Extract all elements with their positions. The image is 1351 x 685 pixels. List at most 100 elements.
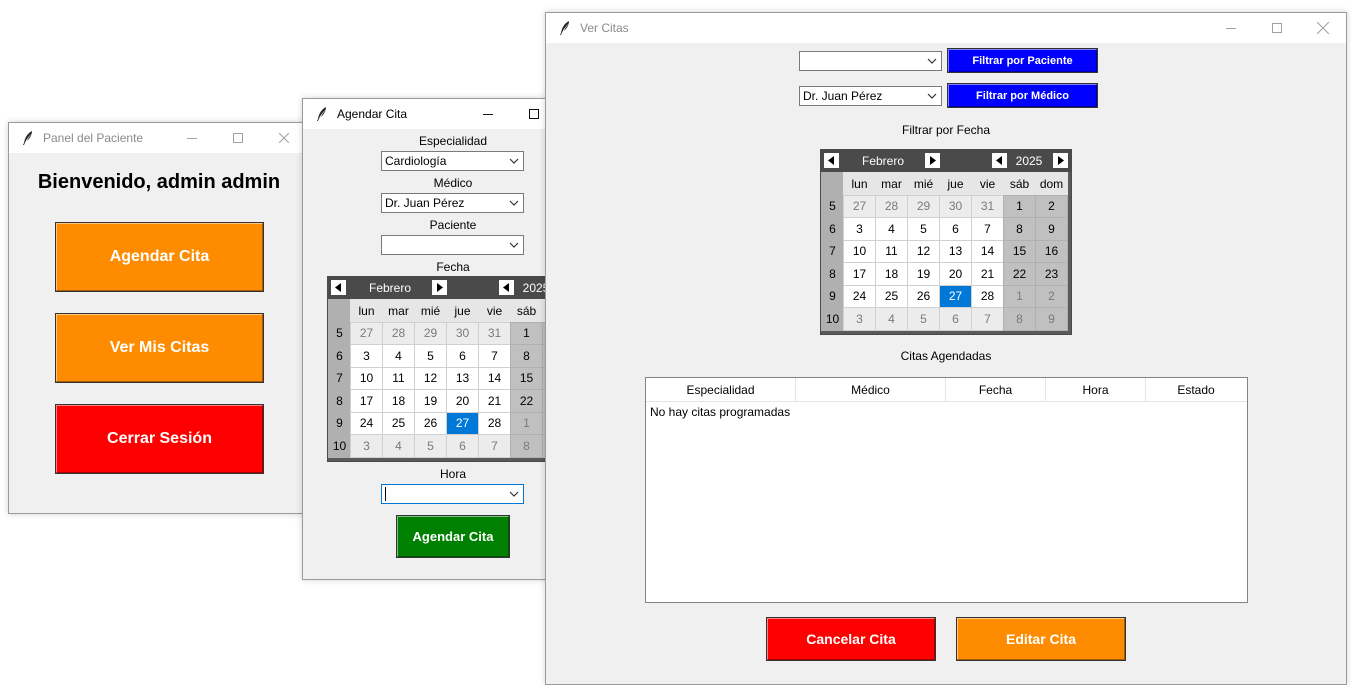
paciente-filter-select[interactable] (799, 51, 942, 71)
agendar-submit-button[interactable]: Agendar Cita (396, 515, 510, 558)
next-month-button[interactable] (432, 280, 447, 295)
calendar-day[interactable]: 1 (1003, 194, 1036, 218)
calendar-day[interactable]: 1 (510, 321, 543, 345)
calendar-day[interactable]: 18 (875, 262, 908, 286)
editar-cita-button[interactable]: Editar Cita (956, 617, 1126, 661)
calendar-day[interactable]: 26 (414, 411, 447, 435)
medico-select[interactable]: Dr. Juan Pérez (381, 193, 524, 213)
calendar-day[interactable]: 16 (1035, 239, 1068, 263)
calendar-day[interactable]: 8 (1003, 307, 1036, 331)
calendar-day[interactable]: 20 (446, 389, 479, 413)
calendar-day[interactable]: 6 (939, 217, 972, 241)
calendar-day[interactable]: 8 (510, 344, 543, 368)
calendar-day[interactable]: 24 (350, 411, 383, 435)
cancelar-cita-button[interactable]: Cancelar Cita (766, 617, 936, 661)
calendar-day[interactable]: 30 (939, 194, 972, 218)
calendar-day[interactable]: 1 (1003, 284, 1036, 308)
calendar-day[interactable]: 25 (875, 284, 908, 308)
calendar-day[interactable]: 12 (414, 366, 447, 390)
column-header-fecha[interactable]: Fecha (946, 378, 1046, 401)
calendar-day[interactable]: 3 (843, 217, 876, 241)
calendar-day[interactable]: 23 (1035, 262, 1068, 286)
calendar-day[interactable]: 21 (971, 262, 1004, 286)
calendar-day[interactable]: 26 (907, 284, 940, 308)
column-header-medico[interactable]: Médico (796, 378, 946, 401)
fecha-calendar[interactable]: Febrero2025lunmarmiéjueviesábdom52728293… (327, 276, 578, 462)
calendar-day[interactable]: 19 (907, 262, 940, 286)
calendar-day[interactable]: 1 (510, 411, 543, 435)
calendar-day[interactable]: 5 (907, 307, 940, 331)
calendar-day[interactable]: 14 (478, 366, 511, 390)
calendar-day[interactable]: 21 (478, 389, 511, 413)
calendar-day[interactable]: 5 (414, 344, 447, 368)
paciente-select[interactable] (381, 235, 524, 255)
calendar-day[interactable]: 7 (478, 344, 511, 368)
calendar-day[interactable]: 6 (446, 434, 479, 458)
calendar-day[interactable]: 9 (1035, 217, 1068, 241)
calendar-day[interactable]: 3 (843, 307, 876, 331)
especialidad-select[interactable]: Cardiología (381, 151, 524, 171)
calendar-day[interactable]: 8 (1003, 217, 1036, 241)
ver-titlebar[interactable]: Ver Citas (546, 13, 1346, 43)
calendar-day[interactable]: 4 (875, 217, 908, 241)
calendar-day[interactable]: 31 (478, 321, 511, 345)
calendar-day[interactable]: 24 (843, 284, 876, 308)
calendar-day[interactable]: 29 (907, 194, 940, 218)
calendar-day[interactable]: 11 (875, 239, 908, 263)
medico-filter-select[interactable]: Dr. Juan Pérez (799, 86, 942, 106)
calendar-day[interactable]: 3 (350, 344, 383, 368)
calendar-day[interactable]: 10 (350, 366, 383, 390)
next-month-button[interactable] (925, 153, 940, 168)
calendar-day[interactable]: 5 (907, 217, 940, 241)
calendar-day[interactable]: 17 (843, 262, 876, 286)
prev-month-button[interactable] (331, 280, 346, 295)
hora-select[interactable] (381, 484, 524, 504)
calendar-day[interactable]: 28 (382, 321, 415, 345)
calendar-day[interactable]: 29 (414, 321, 447, 345)
minimize-button[interactable] (169, 123, 215, 153)
calendar-day[interactable]: 28 (875, 194, 908, 218)
calendar-day[interactable]: 10 (843, 239, 876, 263)
calendar-day[interactable]: 6 (939, 307, 972, 331)
calendar-day[interactable]: 28 (971, 284, 1004, 308)
minimize-button[interactable] (465, 99, 511, 129)
calendar-day[interactable]: 22 (1003, 262, 1036, 286)
calendar-day-selected[interactable]: 27 (446, 411, 479, 435)
maximize-button[interactable] (215, 123, 261, 153)
cerrar-sesion-button[interactable]: Cerrar Sesión (55, 404, 264, 474)
calendar-day[interactable]: 9 (1035, 307, 1068, 331)
calendar-day[interactable]: 7 (478, 434, 511, 458)
calendar-day[interactable]: 7 (971, 307, 1004, 331)
calendar-day[interactable]: 31 (971, 194, 1004, 218)
calendar-day[interactable]: 30 (446, 321, 479, 345)
calendar-day[interactable]: 4 (382, 344, 415, 368)
filtrar-paciente-button[interactable]: Filtrar por Paciente (947, 48, 1098, 73)
calendar-day[interactable]: 5 (414, 434, 447, 458)
calendar-day[interactable]: 4 (382, 434, 415, 458)
agendar-cita-button[interactable]: Agendar Cita (55, 222, 264, 292)
calendar-day[interactable]: 14 (971, 239, 1004, 263)
maximize-button[interactable] (1254, 13, 1300, 43)
prev-year-button[interactable] (499, 280, 514, 295)
calendar-day[interactable]: 19 (414, 389, 447, 413)
column-header-especialidad[interactable]: Especialidad (646, 378, 796, 401)
calendar-day[interactable]: 22 (510, 389, 543, 413)
calendar-day[interactable]: 7 (971, 217, 1004, 241)
calendar-day[interactable]: 15 (510, 366, 543, 390)
calendar-day[interactable]: 13 (939, 239, 972, 263)
prev-month-button[interactable] (824, 153, 839, 168)
calendar-day[interactable]: 25 (382, 411, 415, 435)
calendar-day[interactable]: 27 (350, 321, 383, 345)
filtrar-medico-button[interactable]: Filtrar por Médico (947, 83, 1098, 108)
calendar-day[interactable]: 6 (446, 344, 479, 368)
calendar-day[interactable]: 12 (907, 239, 940, 263)
calendar-day[interactable]: 18 (382, 389, 415, 413)
minimize-button[interactable] (1208, 13, 1254, 43)
calendar-day[interactable]: 2 (1035, 194, 1068, 218)
calendar-day[interactable]: 2 (1035, 284, 1068, 308)
calendar-day[interactable]: 20 (939, 262, 972, 286)
column-header-hora[interactable]: Hora (1046, 378, 1146, 401)
calendar-day[interactable]: 11 (382, 366, 415, 390)
calendar-day[interactable]: 3 (350, 434, 383, 458)
next-year-button[interactable] (1053, 153, 1068, 168)
